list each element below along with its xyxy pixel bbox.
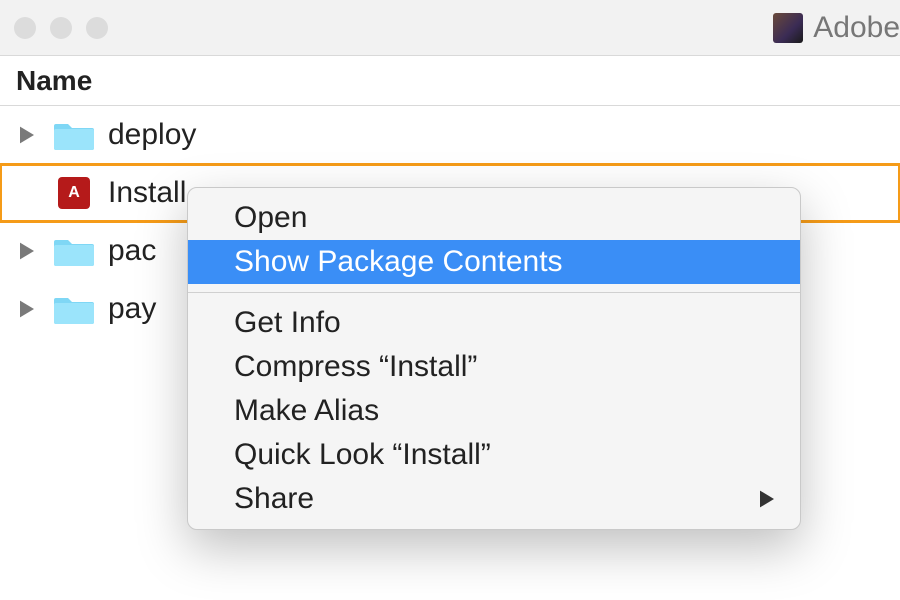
menu-item-quick-look[interactable]: Quick Look “Install” <box>188 433 800 477</box>
list-item-label: pay <box>108 292 156 326</box>
list-item-label: Install <box>108 176 186 210</box>
disclosure-triangle-icon[interactable] <box>16 300 38 318</box>
menu-item-open[interactable]: Open <box>188 196 800 240</box>
window-controls <box>14 17 108 39</box>
menu-item-share[interactable]: Share <box>188 477 800 521</box>
window-title-area: Adobe <box>773 0 900 55</box>
folder-icon <box>54 118 94 152</box>
list-item-label: pac <box>108 234 156 268</box>
title-folder-icon <box>773 13 803 43</box>
menu-item-show-package-contents[interactable]: Show Package Contents <box>188 240 800 284</box>
menu-item-label: Make Alias <box>234 394 379 428</box>
folder-icon <box>54 234 94 268</box>
disclosure-triangle-icon[interactable] <box>16 126 38 144</box>
menu-item-label: Compress “Install” <box>234 350 477 384</box>
column-header-name[interactable]: Name <box>16 65 92 97</box>
menu-item-compress[interactable]: Compress “Install” <box>188 345 800 389</box>
menu-item-label: Show Package Contents <box>234 245 563 279</box>
disclosure-triangle-icon[interactable] <box>16 242 38 260</box>
menu-item-label: Share <box>234 482 314 516</box>
minimize-window-button[interactable] <box>50 17 72 39</box>
app-icon-glyph: A <box>68 184 80 202</box>
menu-item-label: Quick Look “Install” <box>234 438 491 472</box>
app-icon: A <box>54 176 94 210</box>
window-titlebar: Adobe <box>0 0 900 56</box>
close-window-button[interactable] <box>14 17 36 39</box>
window-title: Adobe <box>813 11 900 45</box>
list-item[interactable]: deploy <box>0 106 900 164</box>
submenu-arrow-icon <box>760 482 774 516</box>
context-menu: Open Show Package Contents Get Info Comp… <box>187 187 801 530</box>
fullscreen-window-button[interactable] <box>86 17 108 39</box>
menu-item-make-alias[interactable]: Make Alias <box>188 389 800 433</box>
list-item-label: deploy <box>108 118 196 152</box>
folder-icon <box>54 292 94 326</box>
menu-item-get-info[interactable]: Get Info <box>188 301 800 345</box>
menu-item-label: Get Info <box>234 306 341 340</box>
menu-item-label: Open <box>234 201 307 235</box>
menu-separator <box>188 292 800 293</box>
column-header-row[interactable]: Name <box>0 56 900 106</box>
